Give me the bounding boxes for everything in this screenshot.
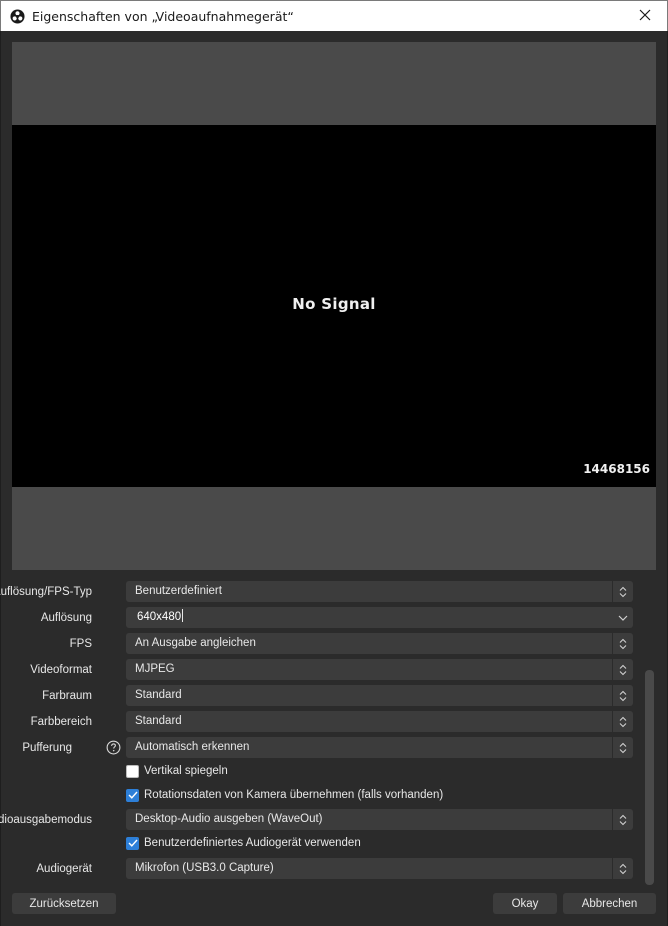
window-title: Eigenschaften von „Videoaufnahmegerät“ — [32, 8, 294, 24]
fps-select[interactable]: An Ausgabe angleichen — [126, 633, 633, 654]
preview-frame: No Signal 14468156 — [12, 42, 656, 570]
buffering-value: Automatisch erkennen — [135, 741, 250, 753]
resolution-type-select[interactable]: Benutzerdefiniert — [126, 581, 633, 602]
preview-serial: 14468156 — [583, 462, 650, 476]
label-resolution: Auflösung — [40, 612, 92, 624]
color-space-value: Standard — [135, 689, 182, 701]
flip-vertical-label: Vertikal spiegeln — [144, 765, 228, 777]
resolution-input[interactable]: 640x480 — [126, 607, 633, 628]
video-format-value: MJPEG — [135, 663, 175, 675]
updown-arrows-icon[interactable] — [613, 711, 633, 732]
updown-arrows-icon[interactable] — [613, 633, 633, 654]
checkbox-checked-icon[interactable] — [126, 836, 139, 850]
flip-vertical-checkbox[interactable]: Vertikal spiegeln — [126, 762, 228, 780]
cancel-button[interactable]: Abbrechen — [563, 893, 656, 914]
row-fps: FPS An Ausgabe angleichen — [0, 633, 640, 655]
color-range-value: Standard — [135, 715, 182, 727]
row-video-format: Videoformat MJPEG — [0, 659, 640, 681]
apply-rotation-label: Rotationsdaten von Kamera übernehmen (fa… — [144, 789, 444, 801]
audio-output-mode-value: Desktop-Audio ausgeben (WaveOut) — [135, 813, 323, 825]
label-color-range: Farbbereich — [30, 716, 92, 728]
row-color-range: Farbbereich Standard — [0, 711, 640, 733]
resolution-type-value: Benutzerdefiniert — [135, 585, 222, 597]
label-audio-output-mode: Audioausgabemodus — [0, 814, 92, 826]
row-resolution-type: Auflösung/FPS-Typ Benutzerdefiniert — [0, 581, 640, 603]
apply-rotation-checkbox[interactable]: Rotationsdaten von Kamera übernehmen (fa… — [126, 786, 443, 804]
label-buffering: Pufferung — [22, 742, 72, 754]
title-bar: Eigenschaften von „Videoaufnahmegerät“ — [0, 0, 668, 31]
label-video-format: Videoformat — [30, 664, 92, 676]
updown-arrows-icon[interactable] — [613, 858, 633, 879]
properties-scrollbar[interactable] — [645, 670, 654, 885]
row-audio-output-mode: Audioausgabemodus Desktop-Audio ausgeben… — [0, 809, 640, 831]
row-resolution: Auflösung 640x480 — [0, 607, 640, 629]
color-range-select[interactable]: Standard — [126, 711, 633, 732]
row-color-space: Farbraum Standard — [0, 685, 640, 707]
resolution-input-text: 640x480 — [137, 607, 184, 628]
label-resolution-type: Auflösung/FPS-Typ — [0, 586, 92, 598]
custom-audio-device-label: Benutzerdefiniertes Audiogerät verwenden — [144, 837, 361, 849]
text-caret — [182, 609, 184, 623]
updown-arrows-icon[interactable] — [613, 685, 633, 706]
audio-output-mode-select[interactable]: Desktop-Audio ausgeben (WaveOut) — [126, 809, 633, 830]
color-space-select[interactable]: Standard — [126, 685, 633, 706]
no-signal-text: No Signal — [292, 295, 376, 313]
checkbox-checked-icon[interactable] — [126, 788, 139, 802]
reset-button[interactable]: Zurücksetzen — [12, 893, 116, 914]
chevron-down-icon[interactable] — [613, 607, 633, 628]
buffering-select[interactable]: Automatisch erkennen — [126, 737, 633, 758]
updown-arrows-icon[interactable] — [613, 581, 633, 602]
custom-audio-device-checkbox[interactable]: Benutzerdefiniertes Audiogerät verwenden — [126, 834, 361, 852]
audio-device-select[interactable]: Mikrofon (USB3.0 Capture) — [126, 858, 633, 879]
checkbox-unchecked-icon[interactable] — [126, 764, 139, 778]
updown-arrows-icon[interactable] — [613, 737, 633, 758]
fps-value: An Ausgabe angleichen — [135, 637, 256, 649]
close-icon — [639, 9, 651, 24]
video-preview: No Signal 14468156 — [12, 125, 656, 487]
row-audio-device: Audiogerät Mikrofon (USB3.0 Capture) — [0, 858, 640, 880]
resolution-value: 640x480 — [137, 611, 182, 623]
audio-device-value: Mikrofon (USB3.0 Capture) — [135, 862, 274, 874]
updown-arrows-icon[interactable] — [613, 659, 633, 680]
ok-button[interactable]: Okay — [493, 893, 557, 914]
label-color-space: Farbraum — [42, 690, 92, 702]
video-format-select[interactable]: MJPEG — [126, 659, 633, 680]
label-audio-device: Audiogerät — [36, 863, 92, 875]
label-fps: FPS — [69, 638, 92, 650]
close-button[interactable] — [623, 1, 667, 31]
obs-logo-icon — [9, 8, 25, 24]
help-circle-icon[interactable] — [106, 740, 121, 758]
row-buffering: Pufferung Automatisch erkennen — [0, 737, 640, 759]
updown-arrows-icon[interactable] — [613, 809, 633, 830]
